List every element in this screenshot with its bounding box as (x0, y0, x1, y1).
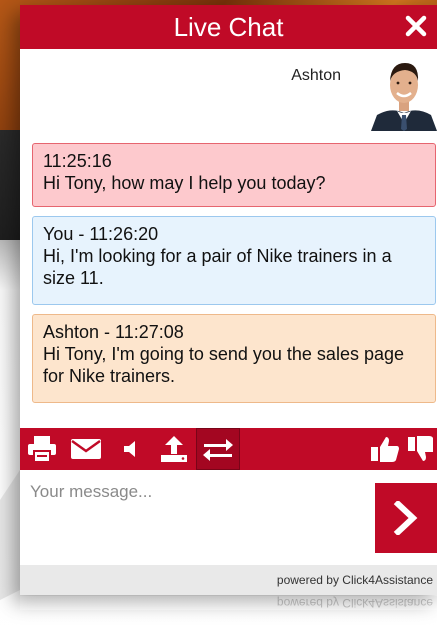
chat-title: Live Chat (173, 11, 284, 42)
powered-by-text[interactable]: powered by Click4Assistance (277, 573, 433, 587)
message-text: Hi Tony, I'm going to send you the sales… (43, 344, 404, 386)
message-composer (20, 470, 437, 565)
print-icon[interactable] (20, 428, 64, 470)
message-text: Hi, I'm looking for a pair of Nike train… (43, 246, 392, 288)
message-meta: 11:25:16 (43, 151, 112, 171)
message-agent: Ashton - 11:27:08 Hi Tony, I'm going to … (32, 314, 436, 403)
chat-footer: powered by Click4Assistance (20, 565, 437, 595)
close-icon[interactable] (403, 13, 429, 39)
agent-avatar (371, 53, 437, 131)
chat-toolbar (20, 428, 437, 470)
agent-info: Ashton (20, 49, 437, 137)
chevron-right-icon (393, 501, 418, 535)
upload-icon[interactable] (152, 428, 196, 470)
transfer-icon[interactable] (196, 428, 240, 470)
widget-reflection: powered by Click4Assistance (20, 596, 437, 636)
email-icon[interactable] (64, 428, 108, 470)
thumbs-up-icon[interactable] (363, 428, 407, 470)
message-meta: Ashton - 11:27:08 (43, 322, 184, 342)
message-meta: You - 11:26:20 (43, 224, 159, 244)
chat-header: Live Chat (20, 5, 437, 49)
message-user: You - 11:26:20 Hi, I'm looking for a pai… (32, 216, 436, 305)
message-agent-greeting: 11:25:16 Hi Tony, how may I help you tod… (32, 143, 436, 207)
message-input[interactable] (20, 470, 370, 565)
sound-icon[interactable] (108, 428, 152, 470)
message-text: Hi Tony, how may I help you today? (43, 173, 326, 193)
chat-widget: Live Chat Ashton 11:25:16 Hi Tony, how m… (20, 5, 437, 595)
send-button[interactable] (375, 483, 437, 553)
thumbs-down-icon[interactable] (407, 428, 437, 470)
message-list: 11:25:16 Hi Tony, how may I help you tod… (20, 137, 437, 403)
agent-name: Ashton (291, 67, 341, 84)
reflection-text: powered by Click4Assistance (276, 596, 433, 610)
